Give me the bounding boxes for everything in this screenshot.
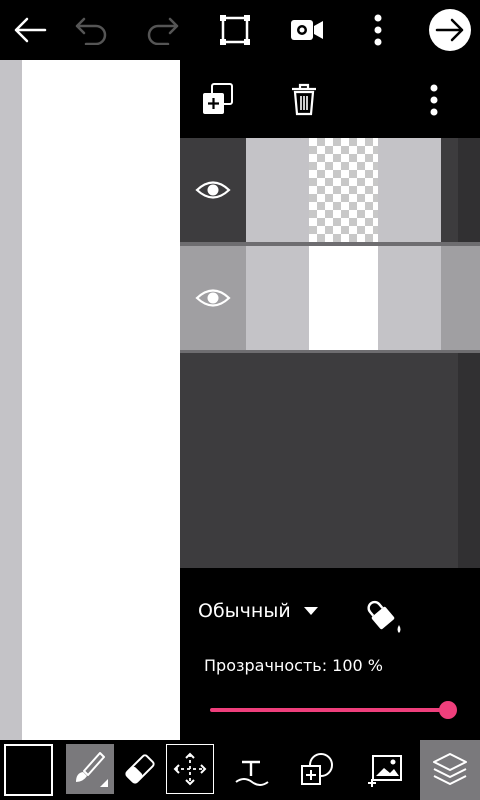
layer-thumbnail-frame <box>246 138 441 242</box>
fill-layer-button[interactable] <box>365 596 409 640</box>
add-layer-icon <box>203 83 233 114</box>
brush-icon <box>76 752 108 787</box>
bottom-toolbar <box>0 740 480 800</box>
more-vertical-icon <box>430 84 438 116</box>
layer-visibility-toggle[interactable] <box>180 246 246 350</box>
video-camera-icon <box>291 20 323 40</box>
trash-icon <box>292 83 316 116</box>
arrow-left-icon <box>14 17 47 43</box>
shape-select-icon <box>301 753 333 785</box>
more-vertical-icon <box>374 14 382 46</box>
next-button[interactable] <box>420 0 480 60</box>
layer-list-scrollbar[interactable] <box>458 353 480 568</box>
color-picker-swatch[interactable] <box>4 744 53 796</box>
back-button[interactable] <box>0 0 60 60</box>
layer-row-2[interactable] <box>180 246 480 350</box>
blend-mode-value: Обычный <box>198 600 291 622</box>
undo-button[interactable] <box>62 0 122 60</box>
brush-tool-button[interactable] <box>66 744 114 794</box>
layer-list[interactable] <box>180 138 480 568</box>
fullscreen-button[interactable] <box>205 0 265 60</box>
add-image-icon <box>368 755 402 787</box>
move-tool-button[interactable] <box>166 744 214 794</box>
shape-tool-button[interactable] <box>296 748 340 792</box>
layer-list-scrollbar[interactable] <box>458 138 480 242</box>
layer-visibility-toggle[interactable] <box>180 138 246 242</box>
add-layer-button[interactable] <box>198 80 238 120</box>
text-tool-button[interactable] <box>230 748 274 792</box>
layer-thumbnail-frame <box>246 246 441 350</box>
drawing-canvas-area[interactable] <box>0 60 180 740</box>
layer-options-strip[interactable] <box>441 138 458 242</box>
dropdown-arrow-icon <box>303 607 318 615</box>
layers-button[interactable] <box>420 740 480 800</box>
paint-bucket-icon <box>367 600 401 633</box>
eraser-tool-button[interactable] <box>116 744 164 794</box>
arrow-right-icon <box>429 9 471 51</box>
eye-icon <box>195 289 231 307</box>
eye-icon <box>195 181 231 199</box>
layer-row-1[interactable] <box>180 138 480 242</box>
opacity-slider-handle[interactable] <box>439 701 457 719</box>
undo-icon <box>75 17 107 45</box>
record-video-button[interactable] <box>277 0 337 60</box>
layer-more-button[interactable] <box>424 80 444 120</box>
opacity-label: Прозрачность: 100 % <box>204 656 383 675</box>
add-image-button[interactable] <box>364 748 408 792</box>
layers-icon <box>433 753 467 785</box>
redo-button[interactable] <box>132 0 192 60</box>
drawing-canvas[interactable] <box>22 60 180 740</box>
layer-divider <box>180 350 480 353</box>
opacity-slider[interactable] <box>210 700 457 720</box>
layer-toolbar <box>180 60 480 138</box>
move-icon <box>173 752 207 786</box>
redo-icon <box>147 17 179 45</box>
blend-mode-dropdown[interactable]: Обычный <box>198 596 319 626</box>
delete-layer-button[interactable] <box>286 80 322 120</box>
opacity-slider-track <box>210 708 450 712</box>
layer-thumbnail <box>309 246 378 350</box>
top-toolbar <box>0 0 480 60</box>
layer-properties: Обычный Прозрачность: 100 % <box>180 568 480 740</box>
text-icon <box>235 760 269 786</box>
fullscreen-icon <box>220 15 250 45</box>
layer-options-strip[interactable] <box>441 246 480 350</box>
eraser-icon <box>125 754 155 784</box>
layer-thumbnail <box>309 138 378 242</box>
more-options-button[interactable] <box>348 0 408 60</box>
